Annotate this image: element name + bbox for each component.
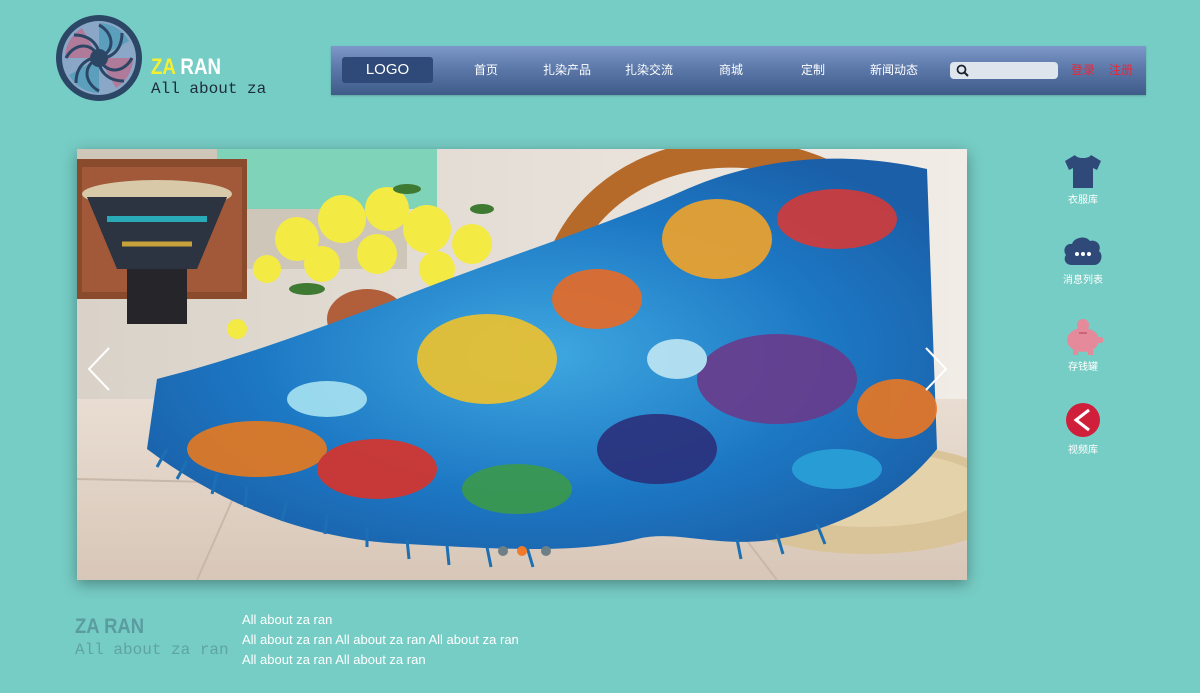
side-link-piggy-bank[interactable]: 存钱罐: [1048, 318, 1118, 374]
top-nav-bar: LOGO 首页 扎染产品 扎染交流 商城 定制 新闻动态 登录 注册: [331, 46, 1146, 95]
side-link-piggy-bank-label: 存钱罐: [1068, 362, 1098, 373]
carousel-dot-1[interactable]: [498, 546, 508, 556]
nav-item-custom[interactable]: 定制: [801, 62, 825, 78]
search-box[interactable]: [950, 62, 1058, 79]
piggy-bank-icon: [1067, 319, 1103, 355]
chat-cloud-icon: [1064, 237, 1102, 265]
footer-subtitle: All about za ran: [75, 641, 229, 659]
nav-item-products[interactable]: 扎染产品: [543, 62, 591, 78]
side-link-clothes-label: 衣服库: [1068, 195, 1098, 206]
search-input[interactable]: [972, 63, 1054, 77]
nav-item-home[interactable]: 首页: [474, 62, 498, 78]
brand-subtitle: All about za: [151, 80, 267, 98]
login-link[interactable]: 登录: [1071, 62, 1095, 78]
footer-line-3: All about za ran All about za ran: [242, 652, 426, 667]
nav-item-news[interactable]: 新闻动态: [870, 62, 918, 78]
side-link-messages-label: 消息列表: [1063, 275, 1103, 286]
play-back-icon: [1066, 403, 1100, 437]
carousel-slide-image: [77, 149, 967, 580]
search-icon[interactable]: [956, 64, 969, 77]
side-link-clothes[interactable]: 衣服库: [1048, 153, 1118, 207]
nav-item-mall[interactable]: 商城: [719, 62, 743, 78]
side-link-videos-label: 视频库: [1068, 445, 1098, 456]
aperture-icon: [56, 15, 142, 101]
side-link-messages[interactable]: 消息列表: [1048, 235, 1118, 287]
nav-logo-button[interactable]: LOGO: [342, 57, 433, 83]
carousel-prev-arrow[interactable]: [85, 345, 115, 393]
brand-title-za: ZA: [151, 54, 176, 79]
brand-title-ran: RAN: [175, 54, 221, 79]
hero-carousel[interactable]: [77, 149, 967, 580]
footer-title: ZA RAN: [75, 615, 145, 638]
footer-line-1: All about za ran: [242, 612, 333, 627]
register-link[interactable]: 注册: [1109, 62, 1133, 78]
carousel-dot-3[interactable]: [541, 546, 551, 556]
brand-logo[interactable]: [54, 13, 144, 103]
carousel-dot-2[interactable]: [517, 546, 527, 556]
nav-item-exchange[interactable]: 扎染交流: [625, 62, 673, 78]
footer-line-2: All about za ran All about za ran All ab…: [242, 632, 519, 647]
carousel-next-arrow[interactable]: [920, 345, 950, 393]
side-link-videos[interactable]: 视频库: [1048, 401, 1118, 457]
tshirt-icon: [1065, 155, 1101, 188]
brand-title: ZA RAN: [151, 54, 221, 80]
